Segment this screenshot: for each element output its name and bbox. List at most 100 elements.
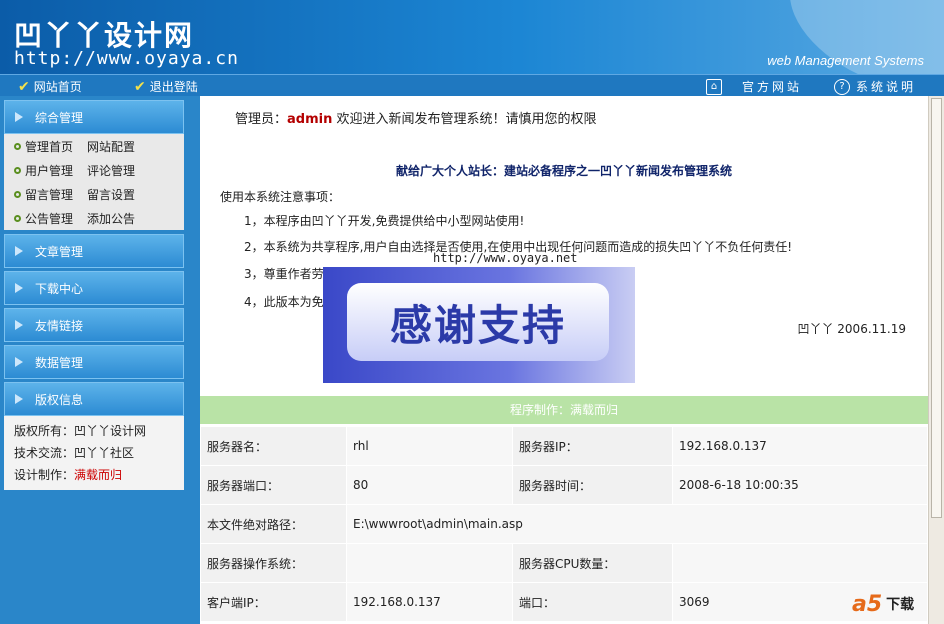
nav-logout-link[interactable]: ✔ 退出登陆 [134,78,198,95]
top-nav: ✔ 网站首页 ✔ 退出登陆 ⌂ 官方网站 ? 系统说明 [0,74,944,96]
copyright-box: 版权所有：凹丫丫设计网 技术交流：凹丫丫社区 设计制作：满载而归 [4,416,184,490]
menu-general[interactable]: 综合管理 [4,100,184,134]
cell-label: 客户端IP： [200,582,347,622]
arrow-right-icon [15,320,23,330]
arrow-right-icon [15,357,23,367]
thanks-text: 感谢支持 [389,300,566,350]
admin-name: admin [287,112,333,127]
table-row: 客户端IP： 192.168.0.137 端口： 3069 [200,582,928,622]
signature: 凹丫丫 2006.11.19 [797,322,906,336]
value[interactable]: 满载而归 [74,468,122,482]
bullet-icon [14,166,21,174]
home-icon: ⌂ [706,78,722,95]
menu-links[interactable]: 友情链接 [4,308,184,342]
cell-label: 服务器操作系统： [200,543,347,583]
cell-value [672,543,928,583]
submenu-link[interactable]: 添加公告 [87,210,135,227]
cell-label: 端口： [512,582,673,622]
cell-value: 192.168.0.137 [672,426,928,466]
table-row: 服务器操作系统： 服务器CPU数量： [200,543,928,583]
copyright-owner: 版权所有：凹丫丫设计网 [14,420,174,442]
site-url-text: http://www.oyaya.net [433,251,578,265]
nav-official-link[interactable]: ⌂ 官方网站 [706,78,802,95]
submenu-row: 公告管理 添加公告 [4,206,184,230]
menu-label: 文章管理 [35,244,84,259]
label: 设计制作： [14,468,75,482]
menu-articles[interactable]: 文章管理 [4,234,184,268]
nav-logout-label: 退出登陆 [149,80,198,94]
cell-label: 服务器CPU数量： [512,543,673,583]
credits-label: 程序制作： [509,403,570,417]
submenu-row: 留言管理 留言设置 [4,182,184,206]
cell-label: 服务器时间： [512,465,673,505]
thanks-plate: 感谢支持 [347,283,609,361]
arrow-right-icon [15,112,23,122]
cell-value: 2008-6-18 10:00:35 [672,465,928,505]
submenu-link[interactable]: 用户管理 [25,162,87,179]
cell-value: E:\wwwroot\admin\main.asp [346,504,928,544]
nav-help-label: 系统说明 [856,80,917,94]
help-icon: ? [834,78,850,95]
menu-data[interactable]: 数据管理 [4,345,184,379]
copyright-design: 设计制作：满载而归 [14,464,174,486]
label: 版权所有： [14,424,75,438]
bullet-icon [14,214,21,222]
table-row: 服务器名： rhl 服务器IP： 192.168.0.137 [200,426,928,466]
watermark-logo: a5 下载 [852,588,936,620]
note-item: 1，本程序由凹丫丫开发,免费提供给中小型网站使用! [244,214,525,228]
cell-value: 80 [346,465,513,505]
header-banner: 凹丫丫设计网 http://www.oyaya.cn web Managemen… [0,0,944,74]
scrollbar-thumb[interactable] [931,98,942,518]
nav-official-label: 官方网站 [742,80,803,94]
label: 技术交流： [14,446,75,460]
value: 凹丫丫设计网 [74,424,147,438]
menu-label: 友情链接 [35,318,84,333]
bullet-icon [14,190,21,198]
welcome-prefix: 管理员： [235,112,288,127]
table-row: 本文件绝对路径： E:\wwwroot\admin\main.asp [200,504,928,544]
menu-copyright[interactable]: 版权信息 [4,382,184,416]
menu-label: 综合管理 [35,110,84,125]
server-info-table: 服务器名： rhl 服务器IP： 192.168.0.137 服务器端口： 80… [200,426,928,622]
submenu-link[interactable]: 留言设置 [87,186,135,203]
nav-home-link[interactable]: ✔ 网站首页 [18,78,82,95]
value: 凹丫丫社区 [74,446,135,460]
submenu-link[interactable]: 评论管理 [87,162,135,179]
notes-title: 使用本系统注意事项： [220,190,341,204]
cell-label: 本文件绝对路径： [200,504,347,544]
site-url: http://www.oyaya.cn [14,48,239,69]
submenu-row: 用户管理 评论管理 [4,158,184,182]
cell-label: 服务器IP： [512,426,673,466]
menu-label: 版权信息 [35,392,84,407]
submenu-link[interactable]: 网站配置 [87,138,135,155]
menu-downloads[interactable]: 下载中心 [4,271,184,305]
note-item: 4，此版本为免 [244,295,324,309]
menu-label: 下载中心 [35,281,84,296]
check-icon: ✔ [134,78,146,95]
submenu-link[interactable]: 留言管理 [25,186,87,203]
system-title: web Management Systems [767,53,924,68]
welcome-text: 管理员：admin 欢迎进入新闻发布管理系统！请慎用您的权限 [235,108,597,127]
cell-label: 服务器端口： [200,465,347,505]
credits-name[interactable]: 满载而归 [570,403,618,417]
watermark-a5: a5 [852,591,883,617]
cell-value: rhl [346,426,513,466]
vertical-scrollbar[interactable] [928,96,944,624]
cell-label: 服务器名： [200,426,347,466]
nav-home-label: 网站首页 [33,80,82,94]
arrow-right-icon [15,246,23,256]
cell-value [346,543,513,583]
nav-help-link[interactable]: ? 系统说明 [834,78,916,95]
thanks-banner: 感谢支持 [323,267,635,383]
arrow-right-icon [15,394,23,404]
dedication-text: 献给广大个人站长：建站必备程序之一凹丫丫新闻发布管理系统 [395,164,732,178]
submenu-general: 管理首页 网站配置 用户管理 评论管理 留言管理 留言设置 公告管理 添加公告 [4,134,184,230]
submenu-link[interactable]: 公告管理 [25,210,87,227]
table-row: 服务器端口： 80 服务器时间： 2008-6-18 10:00:35 [200,465,928,505]
welcome-suffix: 欢迎进入新闻发布管理系统！请慎用您的权限 [332,112,597,127]
watermark-text: 下载 [886,597,915,613]
submenu-link[interactable]: 管理首页 [25,138,87,155]
arrow-right-icon [15,283,23,293]
submenu-row: 管理首页 网站配置 [4,134,184,158]
credits-bar: 程序制作：满载而归 [200,396,928,424]
